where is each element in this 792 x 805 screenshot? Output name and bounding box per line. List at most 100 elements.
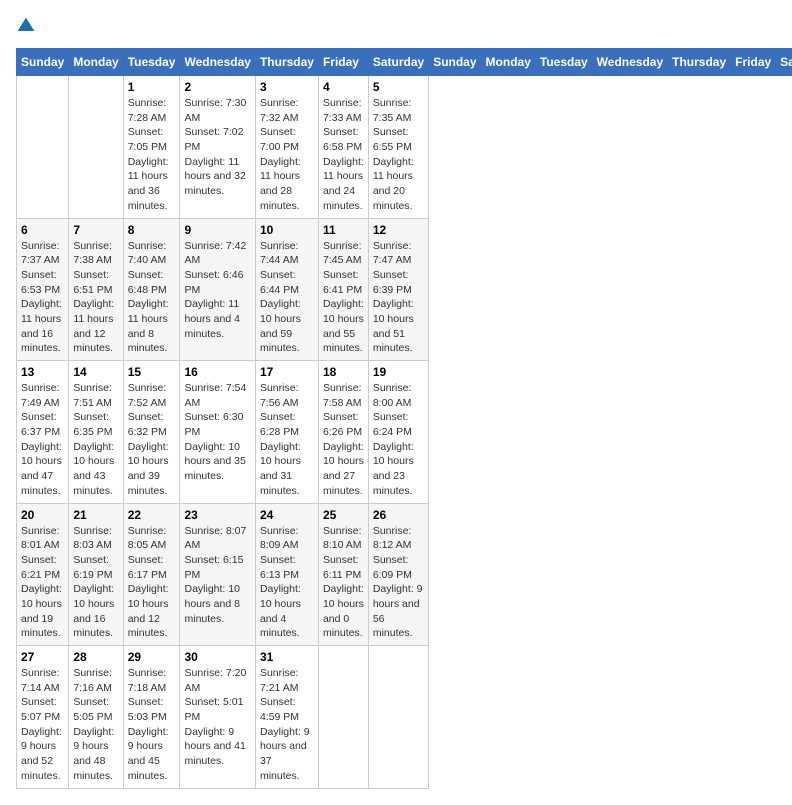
- day-number: 14: [73, 365, 118, 379]
- calendar-cell: 31Sunrise: 7:21 AMSunset: 4:59 PMDayligh…: [255, 646, 318, 789]
- day-number: 8: [128, 223, 176, 237]
- calendar-cell: 27 Sunrise: 7:14 AMSunset: 5:07 PMDayligh…: [17, 646, 69, 789]
- calendar-cell: 2 Sunrise: 7:30 AMSunset: 7:02 PMDaylight…: [180, 76, 255, 219]
- day-info: Sunrise: 7:28 AMSunset: 7:05 PMDaylight:…: [128, 96, 176, 214]
- day-number: 7: [73, 223, 118, 237]
- calendar-cell: 25 Sunrise: 8:10 AMSunset: 6:11 PMDayligh…: [318, 503, 368, 646]
- calendar-cell: 17Sunrise: 7:56 AMSunset: 6:28 PMDayligh…: [255, 361, 318, 504]
- day-of-week-header: Wednesday: [180, 49, 255, 76]
- day-number: 1: [128, 80, 176, 94]
- day-info: Sunrise: 7:30 AMSunset: 7:02 PMDaylight:…: [184, 96, 250, 199]
- day-number: 22: [128, 508, 176, 522]
- calendar-cell: 11 Sunrise: 7:45 AMSunset: 6:41 PMDayligh…: [318, 218, 368, 361]
- logo-icon: [16, 16, 36, 36]
- day-number: 6: [21, 223, 64, 237]
- day-number: 24: [260, 508, 314, 522]
- day-number: 13: [21, 365, 64, 379]
- day-number: 23: [184, 508, 250, 522]
- day-number: 2: [184, 80, 250, 94]
- day-info: Sunrise: 7:56 AMSunset: 6:28 PMDaylight:…: [260, 381, 314, 499]
- day-number: 5: [373, 80, 424, 94]
- calendar-cell: 19 Sunrise: 8:00 AMSunset: 6:24 PMDayligh…: [368, 361, 428, 504]
- calendar-cell: 8 Sunrise: 7:40 AMSunset: 6:48 PMDaylight…: [123, 218, 180, 361]
- calendar-header-row: SundayMondayTuesdayWednesdayThursdayFrid…: [17, 49, 792, 76]
- calendar-cell: [17, 76, 69, 219]
- day-info: Sunrise: 7:38 AMSunset: 6:51 PMDaylight:…: [73, 239, 118, 357]
- day-number: 31: [260, 650, 314, 664]
- day-number: 27: [21, 650, 64, 664]
- calendar-cell: 14 Sunrise: 7:51 AMSunset: 6:35 PMDayligh…: [69, 361, 123, 504]
- day-info: Sunrise: 7:20 AMSunset: 5:01 PMDaylight:…: [184, 666, 250, 769]
- day-of-week-header: Saturday: [776, 49, 792, 76]
- calendar-cell: 13 Sunrise: 7:49 AMSunset: 6:37 PMDayligh…: [17, 361, 69, 504]
- day-info: Sunrise: 8:09 AMSunset: 6:13 PMDaylight:…: [260, 524, 314, 642]
- day-number: 25: [323, 508, 364, 522]
- day-of-week-header: Thursday: [255, 49, 318, 76]
- calendar-cell: 5 Sunrise: 7:35 AMSunset: 6:55 PMDaylight…: [368, 76, 428, 219]
- calendar-week-row: 27 Sunrise: 7:14 AMSunset: 5:07 PMDayligh…: [17, 646, 792, 789]
- day-number: 10: [260, 223, 314, 237]
- day-info: Sunrise: 7:58 AMSunset: 6:26 PMDaylight:…: [323, 381, 364, 499]
- day-of-week-header: Tuesday: [535, 49, 592, 76]
- calendar-cell: 7 Sunrise: 7:38 AMSunset: 6:51 PMDaylight…: [69, 218, 123, 361]
- day-number: 11: [323, 223, 364, 237]
- day-number: 3: [260, 80, 314, 94]
- calendar-cell: 24 Sunrise: 8:09 AMSunset: 6:13 PMDayligh…: [255, 503, 318, 646]
- day-info: Sunrise: 8:10 AMSunset: 6:11 PMDaylight:…: [323, 524, 364, 642]
- calendar-cell: 22 Sunrise: 8:05 AMSunset: 6:17 PMDayligh…: [123, 503, 180, 646]
- day-info: Sunrise: 7:49 AMSunset: 6:37 PMDaylight:…: [21, 381, 64, 499]
- day-info: Sunrise: 8:05 AMSunset: 6:17 PMDaylight:…: [128, 524, 176, 642]
- day-info: Sunrise: 8:03 AMSunset: 6:19 PMDaylight:…: [73, 524, 118, 642]
- day-number: 30: [184, 650, 250, 664]
- day-of-week-header: Friday: [318, 49, 368, 76]
- calendar-cell: 29Sunrise: 7:18 AMSunset: 5:03 PMDayligh…: [123, 646, 180, 789]
- day-info: Sunrise: 7:16 AMSunset: 5:05 PMDaylight:…: [73, 666, 118, 784]
- day-number: 20: [21, 508, 64, 522]
- calendar-week-row: 20 Sunrise: 8:01 AMSunset: 6:21 PMDayligh…: [17, 503, 792, 646]
- day-number: 28: [73, 650, 118, 664]
- day-info: Sunrise: 7:51 AMSunset: 6:35 PMDaylight:…: [73, 381, 118, 499]
- day-number: 4: [323, 80, 364, 94]
- day-info: Sunrise: 8:01 AMSunset: 6:21 PMDaylight:…: [21, 524, 64, 642]
- day-info: Sunrise: 7:40 AMSunset: 6:48 PMDaylight:…: [128, 239, 176, 357]
- calendar-cell: 20 Sunrise: 8:01 AMSunset: 6:21 PMDayligh…: [17, 503, 69, 646]
- calendar-cell: 9Sunrise: 7:42 AMSunset: 6:46 PMDaylight…: [180, 218, 255, 361]
- day-of-week-header: Tuesday: [123, 49, 180, 76]
- logo: [16, 16, 40, 36]
- calendar-cell: [368, 646, 428, 789]
- day-number: 12: [373, 223, 424, 237]
- calendar-cell: 12Sunrise: 7:47 AMSunset: 6:39 PMDayligh…: [368, 218, 428, 361]
- calendar-cell: [69, 76, 123, 219]
- day-of-week-header: Monday: [481, 49, 535, 76]
- day-info: Sunrise: 8:00 AMSunset: 6:24 PMDaylight:…: [373, 381, 424, 499]
- calendar-cell: 28 Sunrise: 7:16 AMSunset: 5:05 PMDayligh…: [69, 646, 123, 789]
- day-number: 21: [73, 508, 118, 522]
- day-number: 19: [373, 365, 424, 379]
- day-info: Sunrise: 7:45 AMSunset: 6:41 PMDaylight:…: [323, 239, 364, 357]
- day-of-week-header: Saturday: [368, 49, 428, 76]
- day-of-week-header: Friday: [731, 49, 776, 76]
- page-header: [16, 16, 776, 36]
- calendar-week-row: 13 Sunrise: 7:49 AMSunset: 6:37 PMDayligh…: [17, 361, 792, 504]
- calendar-table: SundayMondayTuesdayWednesdayThursdayFrid…: [16, 48, 792, 789]
- day-of-week-header: Sunday: [17, 49, 69, 76]
- day-info: Sunrise: 7:18 AMSunset: 5:03 PMDaylight:…: [128, 666, 176, 784]
- calendar-cell: 15 Sunrise: 7:52 AMSunset: 6:32 PMDayligh…: [123, 361, 180, 504]
- day-info: Sunrise: 7:54 AMSunset: 6:30 PMDaylight:…: [184, 381, 250, 484]
- day-info: Sunrise: 7:35 AMSunset: 6:55 PMDaylight:…: [373, 96, 424, 214]
- day-number: 9: [184, 223, 250, 237]
- day-of-week-header: Thursday: [668, 49, 731, 76]
- day-info: Sunrise: 7:33 AMSunset: 6:58 PMDaylight:…: [323, 96, 364, 214]
- day-info: Sunrise: 8:12 AMSunset: 6:09 PMDaylight:…: [373, 524, 424, 642]
- calendar-cell: [318, 646, 368, 789]
- day-number: 15: [128, 365, 176, 379]
- calendar-cell: 3 Sunrise: 7:32 AMSunset: 7:00 PMDaylight…: [255, 76, 318, 219]
- day-info: Sunrise: 7:32 AMSunset: 7:00 PMDaylight:…: [260, 96, 314, 214]
- calendar-cell: 1 Sunrise: 7:28 AMSunset: 7:05 PMDaylight…: [123, 76, 180, 219]
- calendar-cell: 16Sunrise: 7:54 AMSunset: 6:30 PMDayligh…: [180, 361, 255, 504]
- calendar-cell: 6Sunrise: 7:37 AMSunset: 6:53 PMDaylight…: [17, 218, 69, 361]
- day-number: 26: [373, 508, 424, 522]
- day-info: Sunrise: 7:52 AMSunset: 6:32 PMDaylight:…: [128, 381, 176, 499]
- day-info: Sunrise: 7:14 AMSunset: 5:07 PMDaylight:…: [21, 666, 64, 784]
- day-of-week-header: Monday: [69, 49, 123, 76]
